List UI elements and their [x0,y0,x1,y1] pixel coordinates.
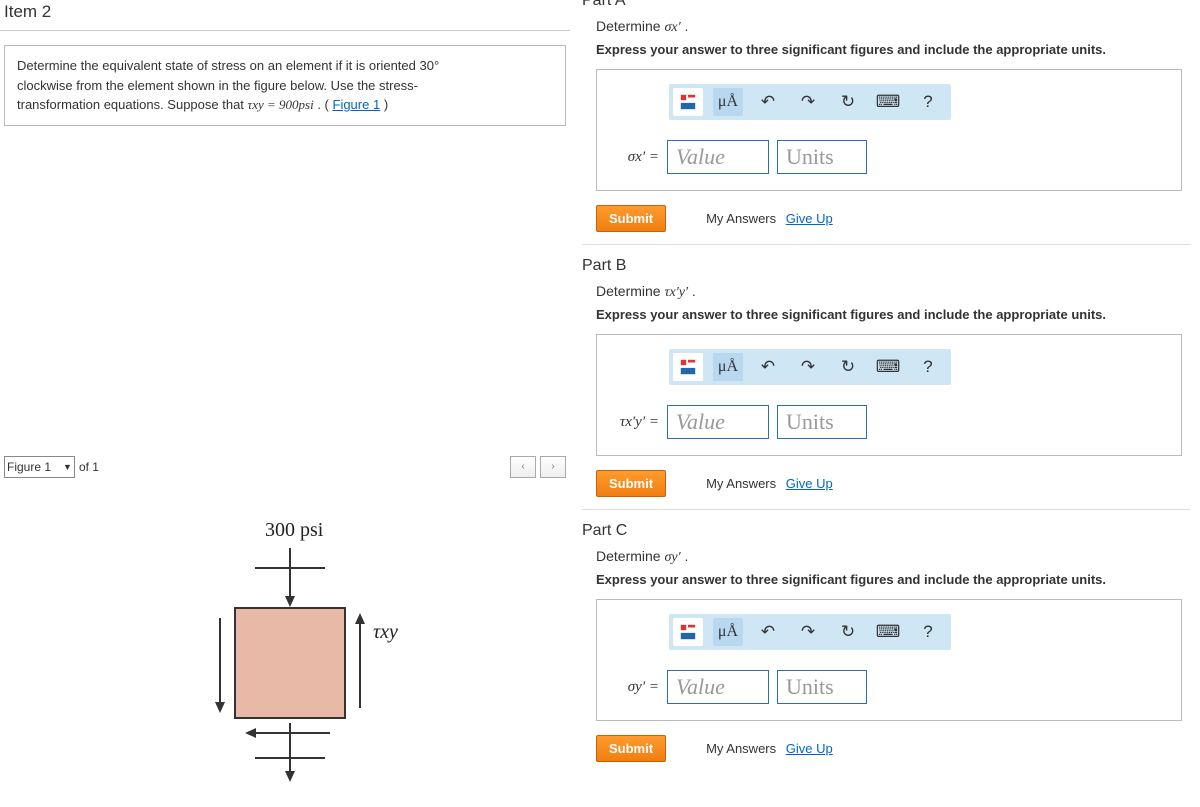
help-icon[interactable]: ? [913,618,943,646]
part-c: Part C Determine σy′ . Express your answ… [582,522,1190,774]
figure-area: 300 psi τxy [0,488,570,798]
part-b-determine: Determine τx′y′ . [596,283,1190,301]
keyboard-icon[interactable]: ⌨ [873,88,903,116]
det-text: Determine [596,18,664,34]
part-a-heading: Part A [582,0,1190,10]
det-end: . [681,548,689,564]
eq-label: τx′y′ = [609,414,659,431]
stress-diagram: 300 psi τxy [135,508,435,798]
part-a-determine: Determine σx′ . [596,18,1190,36]
answer-links: My Answers Give Up [706,211,833,226]
problem-line3a: transformation equations. Suppose that [17,97,248,112]
units-input[interactable]: Units [777,140,867,174]
template-icon[interactable] [673,88,703,116]
figure-link[interactable]: Figure 1 [333,97,381,112]
part-a-instr: Express your answer to three significant… [596,42,1190,57]
units-icon[interactable]: μÅ [713,618,743,646]
part-a: Part A Determine σx′ . Express your answ… [582,0,1190,245]
units-icon[interactable]: μÅ [713,88,743,116]
value-input[interactable]: Value [667,140,769,174]
value-input[interactable]: Value [667,405,769,439]
part-c-determine: Determine σy′ . [596,548,1190,566]
problem-statement: Determine the equivalent state of stress… [4,45,566,126]
redo-icon[interactable]: ↷ [793,353,823,381]
item-title: Item 2 [0,0,570,31]
figure-select-label: Figure 1 [7,460,51,474]
det-text: Determine [596,283,664,299]
figure-next-button[interactable]: › [540,456,566,478]
part-c-answer-box: μÅ ↶ ↷ ↻ ⌨ ? σy′ = Value Units [596,599,1182,721]
part-c-heading: Part C [582,522,1190,540]
toolbar: μÅ ↶ ↷ ↻ ⌨ ? [669,614,951,650]
my-answers-label: My Answers [706,211,776,226]
submit-button[interactable]: Submit [596,205,666,232]
det-end: . [688,283,696,299]
reset-icon[interactable]: ↻ [833,353,863,381]
chevron-down-icon: ▼ [63,462,72,472]
det-symbol: τx′y′ [664,285,688,300]
keyboard-icon[interactable]: ⌨ [873,618,903,646]
units-input[interactable]: Units [777,670,867,704]
my-answers-label: My Answers [706,741,776,756]
part-a-answer-box: μÅ ↶ ↷ ↻ ⌨ ? σx′ = Value Units [596,69,1182,191]
part-c-instr: Express your answer to three significant… [596,572,1190,587]
give-up-link[interactable]: Give Up [786,741,833,756]
figure-prev-button[interactable]: ‹ [510,456,536,478]
eq-label: σx′ = [609,149,659,166]
tau-expression: τxy = 900psi [248,97,314,112]
keyboard-icon[interactable]: ⌨ [873,353,903,381]
det-symbol: σy′ [664,550,680,565]
my-answers-label: My Answers [706,476,776,491]
tau-label: τxy [373,621,398,643]
det-end: . [681,18,689,34]
give-up-link[interactable]: Give Up [786,211,833,226]
template-icon[interactable] [673,353,703,381]
part-b-heading: Part B [582,257,1190,275]
units-input[interactable]: Units [777,405,867,439]
det-text: Determine [596,548,664,564]
give-up-link[interactable]: Give Up [786,476,833,491]
figure-select[interactable]: Figure 1 ▼ [4,456,75,478]
reset-icon[interactable]: ↻ [833,618,863,646]
toolbar: μÅ ↶ ↷ ↻ ⌨ ? [669,349,951,385]
redo-icon[interactable]: ↷ [793,88,823,116]
answer-links: My Answers Give Up [706,741,833,756]
stress-label: 300 psi [265,519,324,541]
eq-label: σy′ = [609,679,659,696]
submit-button[interactable]: Submit [596,735,666,762]
det-symbol: σx′ [664,20,680,35]
part-b-answer-box: μÅ ↶ ↷ ↻ ⌨ ? τx′y′ = Value Units [596,334,1182,456]
part-b: Part B Determine τx′y′ . Express your an… [582,257,1190,510]
problem-line2: clockwise from the element shown in the … [17,78,418,93]
redo-icon[interactable]: ↷ [793,618,823,646]
text-close: ) [384,97,388,112]
text-period: . ( [317,97,329,112]
undo-icon[interactable]: ↶ [753,618,783,646]
help-icon[interactable]: ? [913,353,943,381]
part-b-instr: Express your answer to three significant… [596,307,1190,322]
toolbar: μÅ ↶ ↷ ↻ ⌨ ? [669,84,951,120]
units-icon[interactable]: μÅ [713,353,743,381]
submit-button[interactable]: Submit [596,470,666,497]
reset-icon[interactable]: ↻ [833,88,863,116]
value-input[interactable]: Value [667,670,769,704]
template-icon[interactable] [673,618,703,646]
undo-icon[interactable]: ↶ [753,88,783,116]
problem-line1: Determine the equivalent state of stress… [17,58,439,73]
figure-count: of 1 [79,460,99,474]
answer-links: My Answers Give Up [706,476,833,491]
undo-icon[interactable]: ↶ [753,353,783,381]
help-icon[interactable]: ? [913,88,943,116]
